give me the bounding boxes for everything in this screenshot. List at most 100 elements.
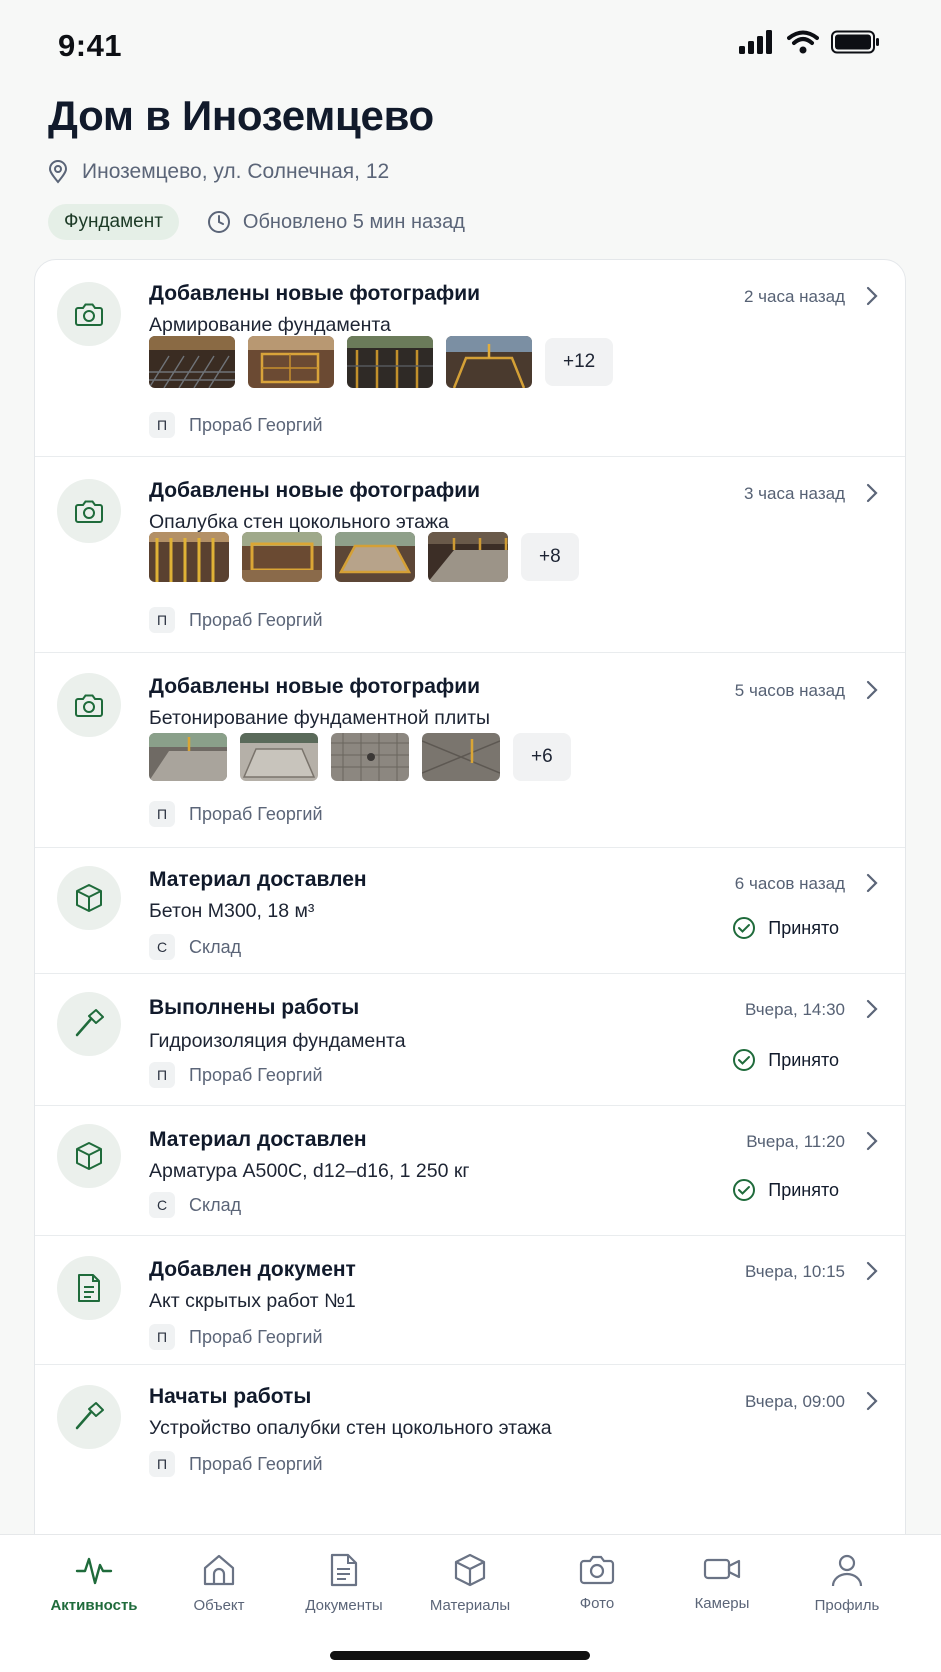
feed-item-title: Материал доставлен (149, 1128, 367, 1151)
feed-item[interactable]: Добавлены новые фотографии Армирование ф… (35, 260, 905, 457)
feed-item-time: Вчера, 09:00 (745, 1392, 845, 1411)
feed-item[interactable]: Материал доставлен Арматура А500С, d12–d… (35, 1106, 905, 1236)
author-name: Прораб Георгий (189, 609, 323, 630)
feed-item-title: Начаты работы (149, 1385, 312, 1408)
location-pin-icon (48, 160, 68, 184)
tab-materials[interactable]: Материалы (410, 1553, 530, 1614)
feed-item-title: Добавлен документ (149, 1258, 356, 1281)
tab-label: Материалы (429, 1597, 511, 1614)
tab-cameras[interactable]: Камеры (662, 1553, 782, 1612)
feed-item-subtitle: Армирование фундамента (149, 314, 391, 336)
tab-documents[interactable]: Документы (284, 1553, 404, 1614)
feed-item-author: П Прораб Георгий (149, 1062, 323, 1088)
photo-thumbnail[interactable] (347, 336, 433, 388)
feed-item-subtitle: Гидроизоляция фундамента (149, 1030, 406, 1052)
activity-icon (75, 1557, 113, 1585)
chevron-right-icon (866, 483, 878, 503)
photo-thumbnail[interactable] (240, 733, 318, 781)
object-header: Дом в Иноземцево Иноземцево, ул. Солнечн… (48, 92, 908, 240)
user-icon (831, 1554, 863, 1587)
photo-thumbnail[interactable] (149, 733, 227, 781)
feed-item-time: 5 часов назад (734, 681, 845, 700)
home-indicator[interactable] (330, 1651, 590, 1660)
document-icon (330, 1553, 358, 1587)
author-avatar: С (149, 934, 175, 960)
meta-row: Фундамент Обновлено 5 мин назад (48, 204, 908, 240)
stage-badge[interactable]: Фундамент (48, 204, 179, 240)
tab-photo[interactable]: Фото (537, 1553, 657, 1612)
feed-item-subtitle: Бетон М300, 18 м³ (149, 900, 315, 922)
wifi-icon (787, 30, 819, 54)
feed-item[interactable]: Добавлены новые фотографии Бетонирование… (35, 653, 905, 848)
check-circle-icon (733, 1179, 756, 1201)
check-circle-icon (733, 1049, 756, 1071)
photo-thumbnail[interactable] (242, 532, 322, 582)
status-bar: 9:41 (0, 0, 941, 90)
clock-icon (207, 211, 230, 233)
chevron-right-icon (866, 1131, 878, 1151)
author-name: Прораб Георгий (189, 414, 323, 435)
tab-label: Документы (305, 1597, 383, 1614)
photo-thumbnail[interactable] (335, 532, 415, 582)
feed-item[interactable]: Добавлены новые фотографии Опалубка стен… (35, 457, 905, 653)
photo-thumbnail[interactable] (422, 733, 500, 781)
photo-thumbnail[interactable] (428, 532, 508, 582)
status-text: Принято (768, 1049, 839, 1070)
page-title: Дом в Иноземцево (48, 92, 434, 139)
author-name: Склад (189, 936, 242, 957)
feed-item-subtitle: Арматура А500С, d12–d16, 1 250 кг (149, 1160, 470, 1182)
tab-activity[interactable]: Активность (34, 1553, 154, 1614)
feed-item-author: П Прораб Георгий (149, 607, 323, 633)
photo-thumbnail[interactable] (149, 532, 229, 582)
feed-item-time: Вчера, 11:20 (746, 1132, 845, 1151)
tab-profile[interactable]: Профиль (787, 1553, 907, 1614)
feed-item[interactable]: Добавлен документ Акт скрытых работ №1 В… (35, 1236, 905, 1365)
status-time: 9:41 (58, 28, 123, 63)
hammer-icon (57, 1385, 121, 1449)
author-name: Прораб Георгий (189, 1453, 323, 1474)
status-accepted: Принято (732, 1178, 839, 1202)
photo-thumbnail[interactable] (331, 733, 409, 781)
feed-item-subtitle: Опалубка стен цокольного этажа (149, 511, 449, 533)
feed-item-title: Добавлены новые фотографии (149, 675, 481, 698)
photo-thumbnails: +6 (149, 733, 571, 781)
author-avatar: П (149, 1324, 175, 1350)
box-icon (57, 1124, 121, 1188)
camera-icon (57, 282, 121, 346)
photo-thumbnail[interactable] (248, 336, 334, 388)
feed-item-title: Добавлены новые фотографии (149, 282, 481, 305)
photo-thumbnail[interactable] (149, 336, 235, 388)
feed-item-subtitle: Бетонирование фундаментной плиты (149, 707, 491, 729)
tab-label: Профиль (814, 1597, 880, 1614)
feed-item-author: П Прораб Георгий (149, 412, 323, 438)
more-photos-button[interactable]: +8 (521, 533, 579, 581)
chevron-right-icon (866, 873, 878, 893)
chevron-right-icon (866, 1261, 878, 1281)
status-icons (739, 30, 881, 54)
feed-item-author: П Прораб Георгий (149, 1324, 323, 1350)
chevron-right-icon (866, 286, 878, 306)
chevron-right-icon (866, 1391, 878, 1411)
author-avatar: П (149, 412, 175, 438)
author-avatar: П (149, 607, 175, 633)
feed-item-author: С Склад (149, 934, 241, 960)
feed-item-author: С Склад (149, 1192, 241, 1218)
feed-item-subtitle: Устройство опалубки стен цокольного этаж… (149, 1417, 552, 1439)
feed-item[interactable]: Выполнены работы Гидроизоляция фундамент… (35, 974, 905, 1106)
tab-object[interactable]: Объект (159, 1553, 279, 1614)
tab-label: Фото (579, 1595, 615, 1612)
author-name: Прораб Георгий (189, 1326, 323, 1347)
camera-icon (57, 479, 121, 543)
more-photos-button[interactable]: +12 (545, 338, 614, 386)
camera-icon (579, 1555, 615, 1585)
camera-icon (57, 673, 121, 737)
author-avatar: П (149, 1062, 175, 1088)
feed-item-time: 3 часа назад (744, 484, 845, 503)
status-accepted: Принято (732, 916, 839, 940)
feed-item[interactable]: Материал доставлен Бетон М300, 18 м³ 6 ч… (35, 848, 905, 974)
hammer-icon (57, 992, 121, 1056)
feed-item[interactable]: Начаты работы Устройство опалубки стен ц… (35, 1365, 905, 1538)
photo-thumbnail[interactable] (446, 336, 532, 388)
more-photos-button[interactable]: +6 (513, 733, 571, 781)
feed-item-author: П Прораб Георгий (149, 801, 323, 827)
